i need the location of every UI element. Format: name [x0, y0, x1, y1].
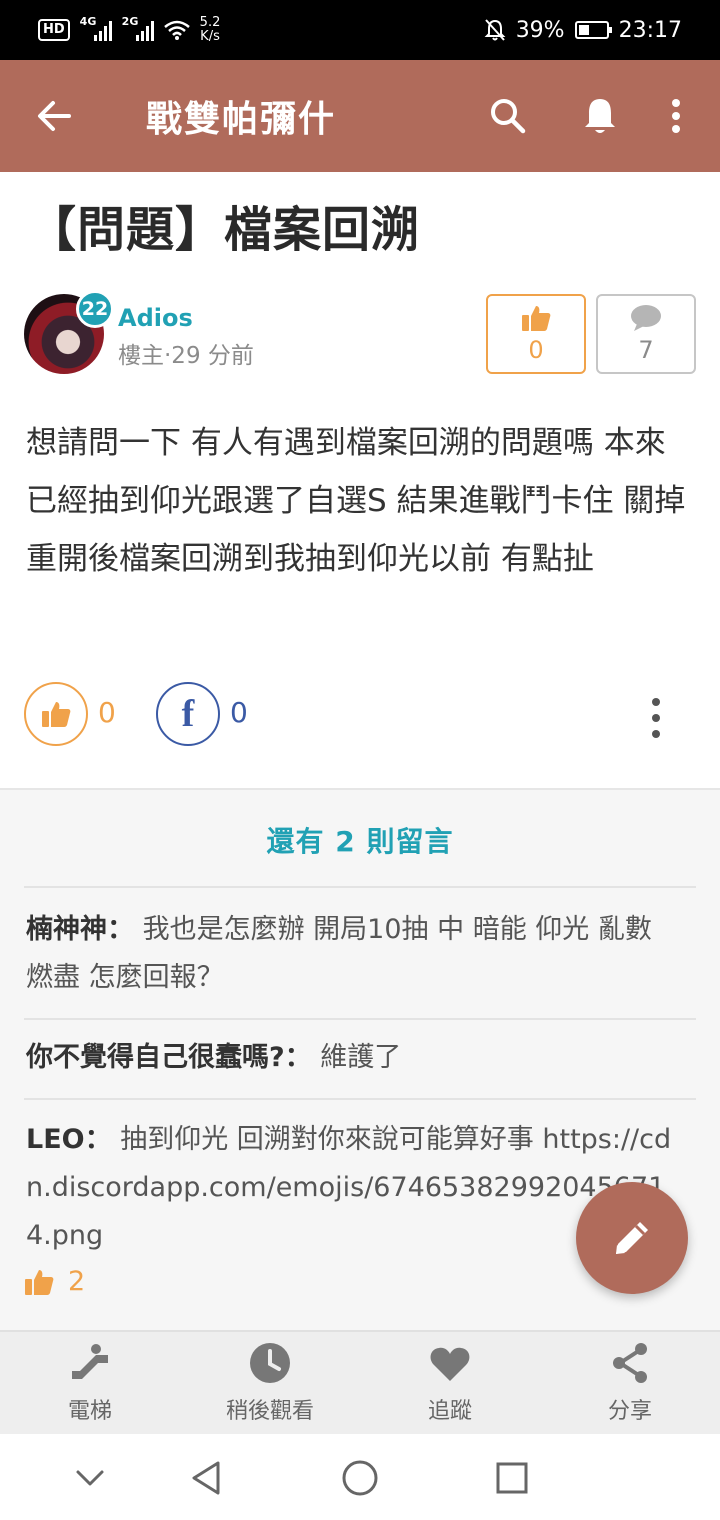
- author-row: 22 Adios 樓主‧29 分前 0 7: [24, 290, 696, 376]
- divider: [24, 1098, 696, 1100]
- like-button[interactable]: [24, 682, 88, 746]
- facebook-share-button[interactable]: f: [156, 682, 220, 746]
- facebook-icon: f: [181, 693, 195, 735]
- chevron-down-icon: [76, 1470, 104, 1486]
- comment-user[interactable]: 你不覺得自己很蠢嗎?：: [26, 1042, 312, 1073]
- notification-button[interactable]: [570, 60, 630, 172]
- bottom-label: 稍後觀看: [225, 1399, 314, 1424]
- comment-count: 7: [638, 336, 654, 364]
- more-vert-icon: [672, 99, 680, 133]
- signal-icon: 2G: [122, 15, 154, 41]
- battery-percent: 39%: [515, 17, 565, 43]
- triangle-back-icon: [192, 1461, 220, 1495]
- bottom-label: 電梯: [67, 1399, 112, 1424]
- watch-later-button[interactable]: 稍後觀看: [180, 1332, 360, 1434]
- divider: [24, 1018, 696, 1020]
- status-bar: HD 4G 2G 5.2 K/s 39% 23:17: [0, 0, 720, 60]
- bottom-toolbar: 電梯 稍後觀看 追蹤 分享: [0, 1330, 720, 1434]
- pencil-icon: [616, 1222, 648, 1254]
- signal-icon: 4G: [80, 15, 112, 41]
- more-options-button[interactable]: [646, 60, 706, 172]
- network-type-label: 4G: [79, 15, 97, 28]
- thumbs-up-icon: [25, 1269, 54, 1295]
- app-title: 戰雙帕彌什: [146, 99, 337, 140]
- bottom-label: 分享: [607, 1399, 652, 1424]
- network-type-label: 2G: [121, 15, 139, 28]
- battery-icon: [574, 21, 612, 39]
- facebook-share-count: 0: [230, 696, 248, 729]
- like-stat-button[interactable]: 0: [486, 294, 586, 374]
- more-comments-link[interactable]: 還有 2 則留言: [0, 820, 720, 860]
- mute-bell-icon: [484, 19, 506, 41]
- comment-user[interactable]: LEO：: [26, 1124, 112, 1155]
- speed-value: 5.2: [199, 15, 221, 30]
- post-more-button[interactable]: [644, 698, 668, 738]
- post-title: 【問題】檔案回溯: [28, 202, 421, 258]
- comment-item: 你不覺得自己很蠢嗎?： 維護了: [26, 1034, 686, 1082]
- bell-icon: [585, 99, 615, 133]
- like-count: 0: [98, 696, 116, 729]
- comment-like-button[interactable]: 2: [24, 1266, 85, 1297]
- network-speed: 5.2 K/s: [200, 16, 221, 44]
- back-arrow-icon: [38, 101, 71, 131]
- comment-text: 抽到仰光 回溯對你來說可能算好事 https://cdn.discordapp.…: [26, 1124, 672, 1251]
- author-meta: 樓主‧29 分前: [118, 343, 254, 369]
- divider: [24, 886, 696, 888]
- clock-time: 23:17: [618, 17, 682, 43]
- square-recents-icon: [496, 1462, 528, 1494]
- battery-fill: [578, 25, 589, 35]
- wifi-icon: [163, 20, 190, 40]
- level-badge: 22: [76, 290, 114, 328]
- nav-collapse-button[interactable]: [68, 1456, 112, 1500]
- thumbs-up-icon: [522, 306, 551, 331]
- comment-text: 維護了: [320, 1042, 402, 1073]
- comment-item: 楠神神： 我也是怎麼辦 開局10抽 中 暗能 仰光 亂數 燃盡 怎麼回報？: [26, 906, 686, 1002]
- follow-button[interactable]: 追蹤: [360, 1332, 540, 1434]
- thumbs-up-icon: [42, 702, 71, 727]
- like-count: 0: [528, 336, 544, 364]
- speed-unit: K/s: [200, 29, 220, 44]
- compose-reply-button[interactable]: [576, 1182, 688, 1294]
- hd-icon: HD: [38, 19, 70, 41]
- share-button[interactable]: 分享: [540, 1332, 720, 1434]
- more-vert-icon: [652, 698, 660, 706]
- search-button[interactable]: [478, 60, 538, 172]
- post-body: 想請問一下 有人有遇到檔案回溯的問題嗎 本來已經抽到仰光跟選了自選S 結果進戰鬥…: [26, 425, 686, 577]
- app-bar: 戰雙帕彌什: [0, 60, 720, 172]
- comment-bubble-icon: [631, 305, 661, 331]
- author-name[interactable]: Adios: [118, 304, 193, 332]
- bottom-label: 追蹤: [427, 1399, 472, 1424]
- nav-home-button[interactable]: [338, 1456, 382, 1500]
- comment-like-count: 2: [68, 1266, 86, 1297]
- nav-recents-button[interactable]: [490, 1456, 534, 1500]
- status-right: 39% 23:17: [484, 18, 682, 43]
- circle-home-icon: [342, 1460, 378, 1496]
- share-icon: [613, 1343, 647, 1383]
- status-left: HD 4G 2G 5.2 K/s: [38, 15, 221, 44]
- heart-icon: [430, 1347, 470, 1381]
- escalator-icon: [72, 1344, 108, 1379]
- back-button[interactable]: [0, 60, 110, 172]
- search-icon: [491, 99, 526, 134]
- system-navigation-bar: [0, 1434, 720, 1520]
- post-action-row: 0 f 0: [24, 682, 696, 748]
- comment-user[interactable]: 楠神神：: [26, 914, 134, 945]
- comment-stat-button[interactable]: 7: [596, 294, 696, 374]
- escalator-button[interactable]: 電梯: [0, 1332, 180, 1434]
- clock-icon: [250, 1343, 290, 1383]
- nav-back-button[interactable]: [184, 1456, 228, 1500]
